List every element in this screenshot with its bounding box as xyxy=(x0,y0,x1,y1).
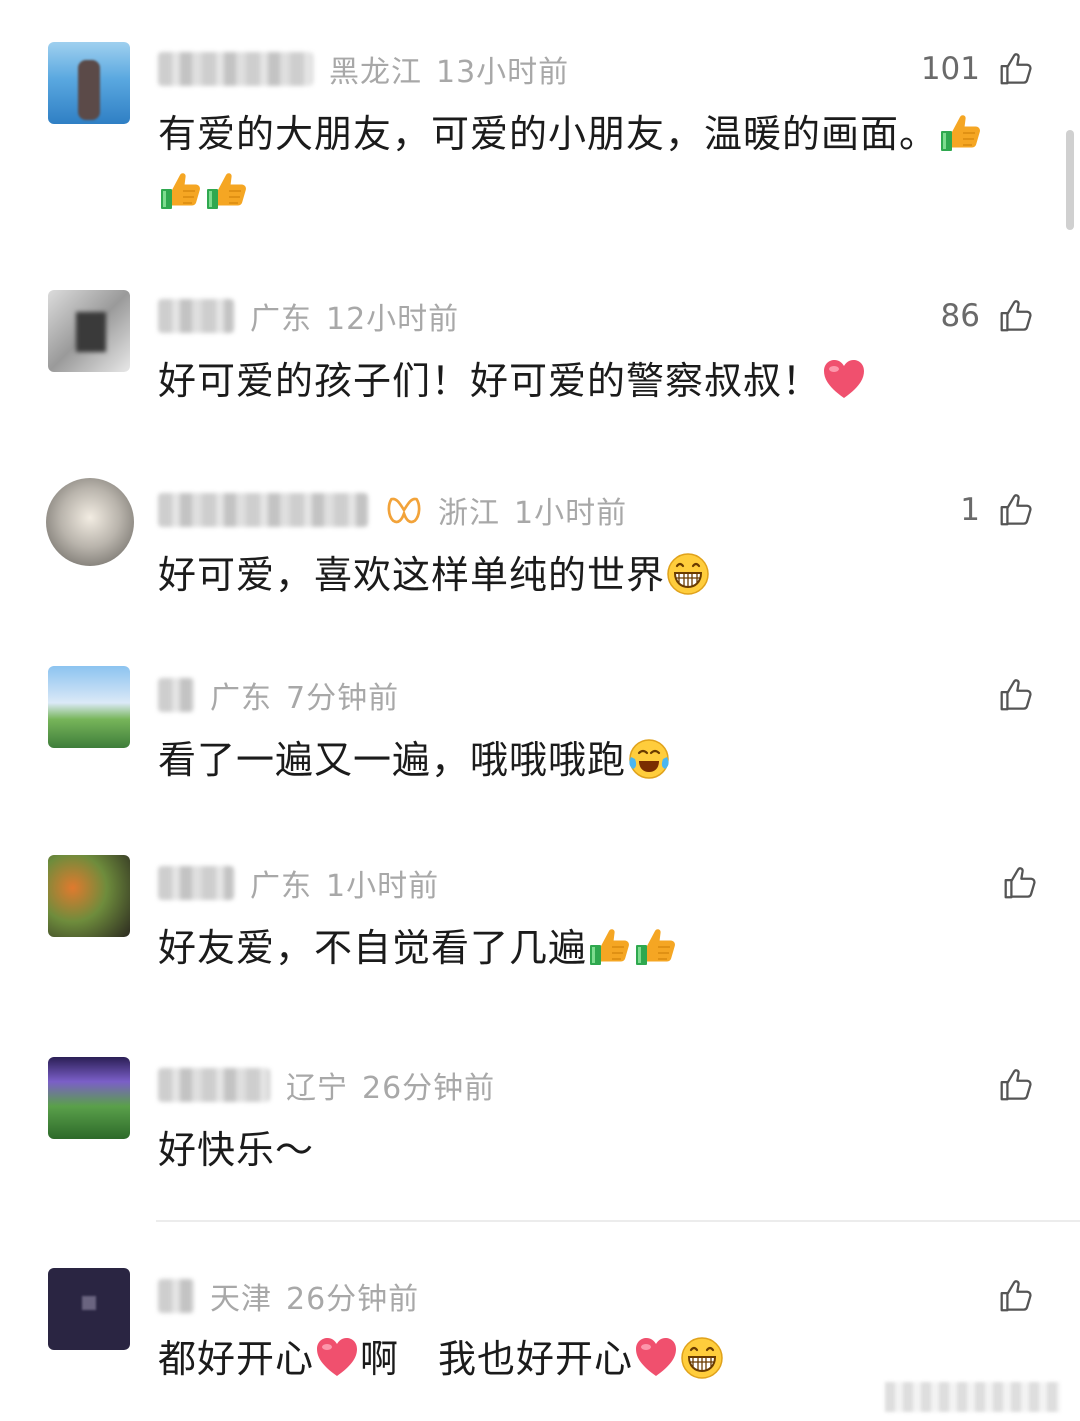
region: 天津 xyxy=(210,1282,272,1317)
username-blurred[interactable] xyxy=(158,52,313,86)
username-blurred[interactable] xyxy=(158,1068,270,1102)
avatar[interactable] xyxy=(46,478,134,566)
like-button[interactable]: 1 xyxy=(960,488,1034,532)
thumbs-up-emoji-icon xyxy=(205,169,249,213)
comment-meta: 广东 1小时前 xyxy=(158,861,439,905)
timestamp: 1小时前 xyxy=(326,869,440,904)
timestamp: 26分钟前 xyxy=(362,1071,496,1106)
comment-meta: 辽宁 26分钟前 xyxy=(158,1063,495,1107)
watermark-blurred xyxy=(885,1382,1060,1412)
comment-body-part2: 啊 我也好开心 xyxy=(360,1337,634,1381)
avatar[interactable] xyxy=(48,290,130,372)
thumbs-up-icon[interactable] xyxy=(996,297,1034,335)
timestamp: 7分钟前 xyxy=(286,681,400,716)
thumbs-up-emoji-icon xyxy=(634,925,678,969)
region: 浙江 xyxy=(438,496,500,531)
comment-text: 好可爱的孩子们！好可爱的警察叔叔！ xyxy=(158,352,1038,410)
grin-emoji-icon xyxy=(680,1336,724,1380)
like-count: 86 xyxy=(940,298,980,334)
comment-text: 有爱的大朋友，可爱的小朋友，温暖的画面。 xyxy=(158,105,1038,221)
region: 广东 xyxy=(250,302,312,337)
region: 辽宁 xyxy=(286,1071,348,1106)
comment-meta: 广东 12小时前 xyxy=(158,294,459,338)
divider xyxy=(156,1220,1080,1222)
username-blurred[interactable] xyxy=(158,493,368,527)
region: 广东 xyxy=(250,869,312,904)
heart-emoji-icon xyxy=(315,1336,359,1380)
thumbs-up-icon[interactable] xyxy=(1000,864,1038,902)
username-blurred[interactable] xyxy=(158,678,194,712)
region: 广东 xyxy=(210,681,272,716)
avatar[interactable] xyxy=(48,1057,130,1139)
avatar[interactable] xyxy=(48,666,130,748)
scrollbar[interactable] xyxy=(1066,130,1074,230)
comment-meta: 天津 26分钟前 xyxy=(158,1274,419,1318)
username-blurred[interactable] xyxy=(158,299,234,333)
comment-body: 好快乐～ xyxy=(158,1128,315,1172)
comment-body: 好可爱，喜欢这样单纯的世界 xyxy=(158,553,666,597)
comment-body: 好可爱的孩子们！好可爱的警察叔叔！ xyxy=(158,359,822,403)
like-button[interactable] xyxy=(980,1274,1034,1318)
like-button[interactable] xyxy=(984,861,1038,905)
vip-badge-icon xyxy=(384,492,424,528)
thumbs-up-emoji-icon xyxy=(159,169,203,213)
like-button[interactable]: 86 xyxy=(941,294,1034,338)
comment-body: 好友爱，不自觉看了几遍 xyxy=(158,926,588,970)
comment-text: 好友爱，不自觉看了几遍 xyxy=(158,919,1038,977)
like-button[interactable] xyxy=(980,1063,1034,1107)
like-count: 101 xyxy=(920,51,980,87)
timestamp: 12小时前 xyxy=(326,302,460,337)
username-blurred[interactable] xyxy=(158,1279,194,1313)
heart-emoji-icon xyxy=(634,1336,678,1380)
comment-body: 看了一遍又一遍，哦哦哦跑 xyxy=(158,738,627,782)
timestamp: 26分钟前 xyxy=(286,1282,420,1317)
comment-text: 都好开心 啊 我也好开心 xyxy=(158,1330,1038,1388)
timestamp: 13小时前 xyxy=(436,55,570,90)
avatar-figure xyxy=(76,312,106,352)
thumbs-up-emoji-icon xyxy=(939,111,983,155)
heart-emoji-icon xyxy=(822,358,866,402)
thumbs-up-emoji-icon xyxy=(588,925,632,969)
comment-text: 好快乐～ xyxy=(158,1121,1038,1179)
comment-meta: 黑龙江 13小时前 xyxy=(158,47,569,91)
comment-text: 好可爱，喜欢这样单纯的世界 xyxy=(158,546,1038,604)
comment-text: 看了一遍又一遍，哦哦哦跑 xyxy=(158,731,1038,789)
comment-meta: 浙江 1小时前 xyxy=(158,488,627,532)
avatar[interactable] xyxy=(48,1268,130,1350)
thumbs-up-icon[interactable] xyxy=(996,1277,1034,1315)
thumbs-up-icon[interactable] xyxy=(996,1066,1034,1104)
region: 黑龙江 xyxy=(329,55,422,90)
timestamp: 1小时前 xyxy=(514,496,628,531)
username-blurred[interactable] xyxy=(158,866,234,900)
like-count: 1 xyxy=(960,492,980,528)
comment-body-part1: 都好开心 xyxy=(158,1337,315,1381)
avatar-figure xyxy=(82,1296,96,1310)
avatar[interactable] xyxy=(48,855,130,937)
thumbs-up-icon[interactable] xyxy=(996,491,1034,529)
thumbs-up-icon[interactable] xyxy=(996,50,1034,88)
avatar-figure xyxy=(78,60,100,120)
laugh-cry-emoji-icon xyxy=(627,737,671,781)
comment-body: 有爱的大朋友，可爱的小朋友，温暖的画面。 xyxy=(158,112,939,156)
like-button[interactable]: 101 xyxy=(921,47,1034,91)
comment-meta: 广东 7分钟前 xyxy=(158,673,399,717)
thumbs-up-icon[interactable] xyxy=(996,676,1034,714)
avatar[interactable] xyxy=(48,42,130,124)
like-button[interactable] xyxy=(980,673,1034,717)
grin-emoji-icon xyxy=(666,552,710,596)
